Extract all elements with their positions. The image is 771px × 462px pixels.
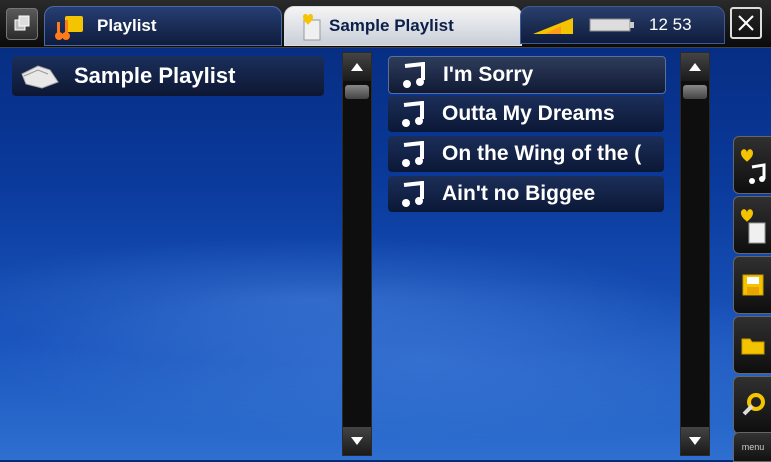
music-note-icon [402, 141, 424, 167]
signal-icon [533, 18, 573, 34]
tab-sample-playlist[interactable]: Sample Playlist [284, 6, 522, 46]
top-bar: Playlist Sample Playlist 12 53 [0, 0, 771, 48]
add-song-to-playlist-button[interactable] [733, 136, 771, 194]
playlist-list-item[interactable]: Sample Playlist [12, 56, 324, 96]
menu-label: menu [741, 442, 765, 452]
scroll-thumb[interactable] [683, 85, 707, 99]
song-title: On the Wing of the ( [442, 142, 642, 165]
arrow-down-icon [351, 437, 363, 445]
playlist-name: Sample Playlist [74, 63, 236, 88]
song-list-item[interactable]: On the Wing of the ( [388, 136, 664, 172]
song-title: I'm Sorry [443, 63, 534, 86]
tab-playlist[interactable]: Playlist [44, 6, 282, 46]
arrow-up-icon [689, 63, 701, 71]
song-list-item[interactable]: Ain't no Biggee [388, 176, 664, 212]
song-list-item[interactable]: I'm Sorry [388, 56, 666, 94]
scroll-up-button[interactable] [343, 53, 371, 81]
add-file-to-playlist-button[interactable] [733, 196, 771, 254]
tab-playlist-label: Playlist [97, 16, 157, 35]
music-note-icon [402, 101, 424, 127]
close-icon [738, 15, 754, 31]
scroll-down-button[interactable] [681, 427, 709, 455]
folder-icon [741, 338, 765, 355]
music-note-icon [402, 181, 424, 207]
battery-icon [589, 18, 634, 32]
right-scrollbar[interactable] [680, 52, 710, 456]
song-title: Outta My Dreams [442, 102, 615, 125]
menu-button[interactable]: menu [733, 432, 771, 462]
left-scrollbar[interactable] [342, 52, 372, 456]
windows-icon [14, 15, 30, 31]
arrow-up-icon [351, 63, 363, 71]
music-folder-icon [55, 16, 83, 40]
status-area: 12 53 [520, 6, 725, 44]
add-file-to-playlist-icon [741, 209, 766, 244]
scroll-thumb[interactable] [345, 85, 369, 99]
save-button[interactable] [733, 256, 771, 314]
tools-button[interactable] [733, 376, 771, 434]
arrow-down-icon [689, 437, 701, 445]
playlist-icon [21, 65, 59, 89]
playlist-heart-icon [303, 14, 321, 41]
add-song-to-playlist-icon [741, 149, 766, 184]
scroll-down-button[interactable] [343, 427, 371, 455]
folder-button[interactable] [733, 316, 771, 374]
save-icon [742, 274, 764, 296]
music-note-icon [403, 62, 425, 88]
song-list-item[interactable]: Outta My Dreams [388, 96, 664, 132]
song-title: Ain't no Biggee [442, 182, 596, 205]
tools-icon [742, 393, 765, 416]
tab-sample-playlist-label: Sample Playlist [329, 16, 454, 35]
scroll-up-button[interactable] [681, 53, 709, 81]
close-button[interactable] [730, 7, 762, 39]
window-switch-button[interactable] [6, 8, 38, 40]
clock: 12 53 [649, 15, 692, 34]
